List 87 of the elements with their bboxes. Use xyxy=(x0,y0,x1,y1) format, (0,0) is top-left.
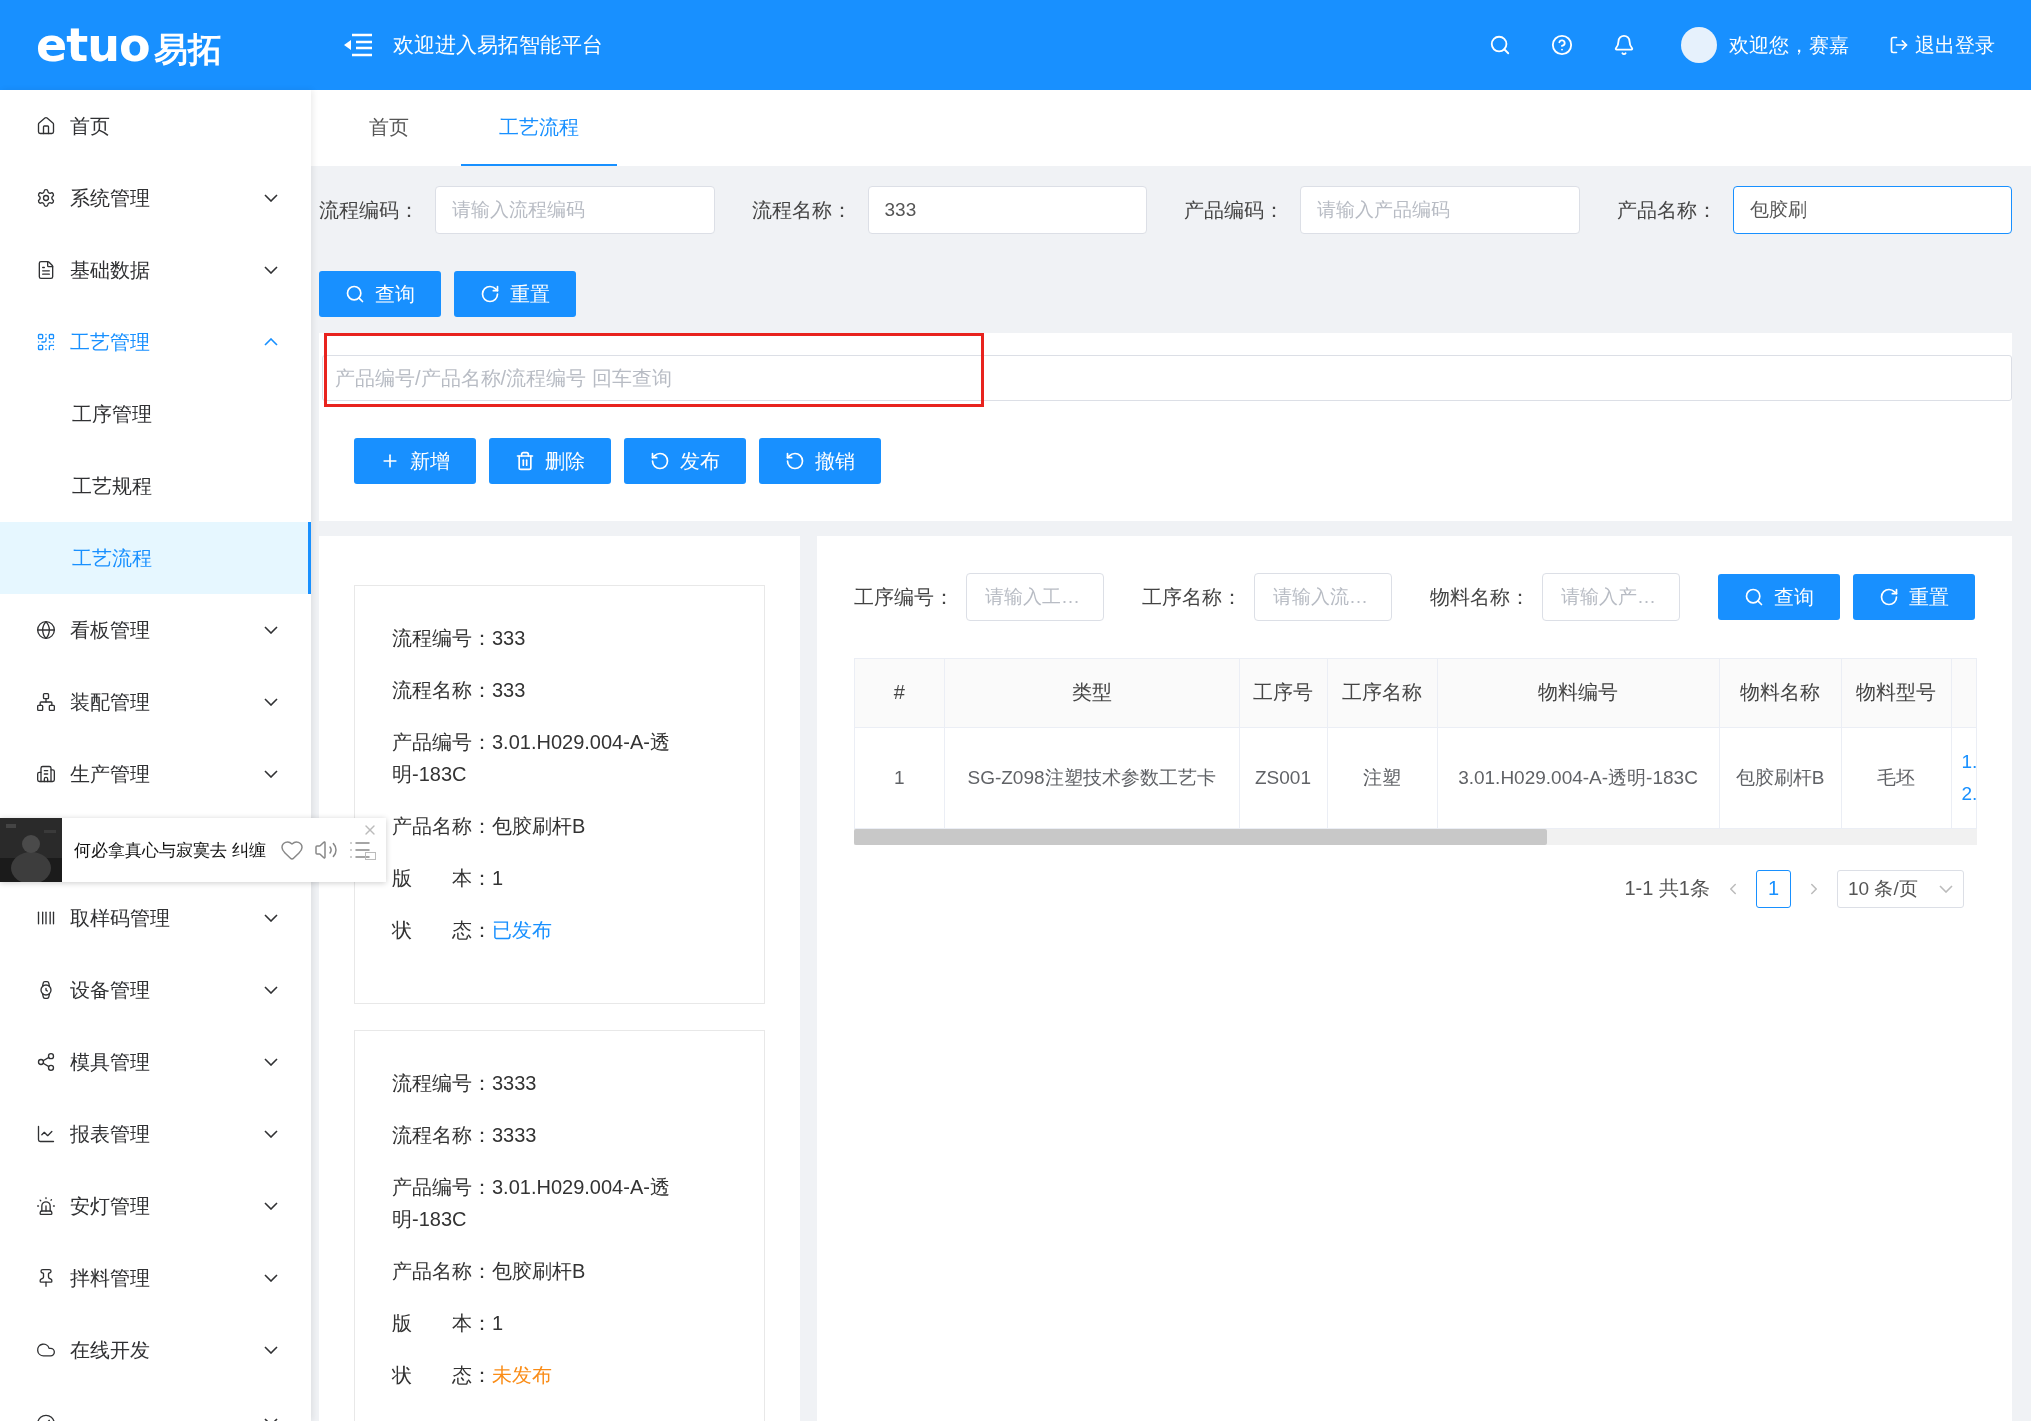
menu-item[interactable]: 在线开发 xyxy=(0,1314,311,1386)
search-icon xyxy=(345,284,365,304)
gear-icon xyxy=(36,188,56,208)
menu-item[interactable]: 装配管理 xyxy=(0,666,311,738)
status-text: 状态：未发布 xyxy=(392,1363,553,1388)
table-cell: 包胶刷杆B xyxy=(1719,727,1841,828)
menu-icon[interactable] xyxy=(343,32,373,58)
bell-icon[interactable] xyxy=(1613,34,1635,56)
column-header[interactable]: 工序名称 xyxy=(1327,659,1437,727)
globe-icon xyxy=(36,620,56,640)
help-icon[interactable] xyxy=(1551,34,1573,56)
field-label: 工序编号： xyxy=(854,584,954,610)
submenu-item[interactable]: 工序管理 xyxy=(0,378,311,450)
field-text: 产品编号：3.01.H029.004-A-透明-183C xyxy=(392,1175,671,1232)
field-text: 版本：1 xyxy=(392,1311,505,1336)
menu-item[interactable]: 生产管理 xyxy=(0,738,311,810)
menu-item[interactable]: 看板管理 xyxy=(0,594,311,666)
submenu-item[interactable]: 工艺规程 xyxy=(0,450,311,522)
field-text: 流程名称：3333 xyxy=(392,1123,538,1148)
welcome-title: 欢迎进入易拓智能平台 xyxy=(393,32,603,58)
logout-icon xyxy=(1889,35,1909,55)
field-label: 流程编码： xyxy=(319,197,420,223)
menu-item[interactable]: 取样码管理 xyxy=(0,882,311,954)
field-label: 物料名称： xyxy=(1430,584,1530,610)
field-label: 产品编码： xyxy=(1184,197,1285,223)
circular-arrow-icon xyxy=(785,451,805,471)
song-title: 何必拿真心与寂寞去 纠缠 xyxy=(74,839,266,862)
table-cell: 注塑 xyxy=(1327,727,1437,828)
avatar[interactable] xyxy=(1681,27,1717,63)
menu-item[interactable]: 拌料管理 xyxy=(0,1242,311,1314)
siren-icon xyxy=(36,1196,56,1216)
field-text: 产品名称：包胶刷杆B xyxy=(392,814,587,839)
input-field[interactable]: 333 xyxy=(867,186,1147,234)
flow-card[interactable]: 流程编号：3333 流程名称：3333 产品编号：3.01.H029.004-A-透明-183C 产品名称：包胶刷杆B 版本：1 状态：未发布 xyxy=(354,1030,765,1421)
column-header[interactable]: 物料名称 xyxy=(1719,659,1841,727)
field-label: 流程名称： xyxy=(751,197,853,223)
field-text: 流程编号：333 xyxy=(392,626,527,651)
table-cell: 毛坯 xyxy=(1841,727,1951,828)
chevron-down-icon xyxy=(1939,884,1953,893)
status-text: 状态：已发布 xyxy=(392,918,553,943)
table-cell: 3.01.H029.004-A-透明-183C xyxy=(1437,727,1719,828)
grid-icon xyxy=(36,332,56,352)
trash-icon xyxy=(515,451,535,471)
pagination-summary: 1-1 共1条 xyxy=(1624,876,1710,901)
column-header[interactable]: 工序号 xyxy=(1239,659,1327,727)
field-label: 工序名称： xyxy=(1142,584,1242,610)
tab[interactable]: 首页 xyxy=(331,90,447,166)
menu-item[interactable]: 系统管理 xyxy=(0,162,311,234)
table-cell: ZS001 xyxy=(1239,727,1327,828)
menu-item[interactable]: 基础数据 xyxy=(0,234,311,306)
menu-item[interactable]: 报表管理 xyxy=(0,1098,311,1170)
table-cell: SG-Z098注塑技术参数工艺卡 xyxy=(944,727,1239,828)
search-icon[interactable] xyxy=(1489,34,1511,56)
greeting-text: 欢迎您，赛嘉 xyxy=(1729,32,1849,58)
column-header[interactable]: 物料型号 xyxy=(1841,659,1951,727)
page-size-select[interactable]: 10 条/页 xyxy=(1837,869,1964,908)
cloud-icon xyxy=(36,1340,56,1360)
menu-item[interactable]: 模具管理 xyxy=(0,1026,311,1098)
refresh-icon xyxy=(480,284,500,304)
column-header[interactable]: 物料编号 xyxy=(1437,659,1719,727)
logo: etuo易拓 xyxy=(36,17,223,73)
menu-item[interactable]: 首页 xyxy=(0,90,311,162)
column-header[interactable]: # xyxy=(855,659,944,727)
network-icon xyxy=(36,692,56,712)
field-text: 版本：1 xyxy=(392,866,505,891)
minimize-icon[interactable] xyxy=(365,852,376,860)
field-text: 流程编号：3333 xyxy=(392,1071,538,1096)
speaker-icon[interactable] xyxy=(313,838,338,862)
field-text: 产品编号：3.01.H029.004-A-透明-183C xyxy=(392,730,671,787)
document-icon xyxy=(36,260,56,280)
field-label: 产品名称： xyxy=(1616,197,1718,223)
column-header[interactable]: 类型 xyxy=(944,659,1239,727)
menu-item[interactable]: 安灯管理 xyxy=(0,1170,311,1242)
field-text: 产品名称：包胶刷杆B xyxy=(392,1259,587,1284)
field-text: 流程名称：333 xyxy=(392,678,527,703)
heart-icon[interactable] xyxy=(279,838,304,862)
line-chart-icon xyxy=(36,1124,56,1144)
share-icon xyxy=(36,1052,56,1072)
flow-card[interactable]: 流程编号：333 流程名称：333 产品编号：3.01.H029.004-A-透明-183C 产品名称：包胶刷杆B 版本：1 状态：已发布 xyxy=(354,585,765,1004)
circular-arrow-icon xyxy=(650,451,670,471)
input-field[interactable]: 包胶刷 xyxy=(1732,186,2012,234)
building-icon xyxy=(36,764,56,784)
table-cell: 1 xyxy=(855,727,944,828)
refresh-icon xyxy=(1879,587,1899,607)
home-icon xyxy=(36,116,56,136)
menu-item[interactable]: 设备管理 xyxy=(0,954,311,1026)
search-icon xyxy=(1744,587,1764,607)
